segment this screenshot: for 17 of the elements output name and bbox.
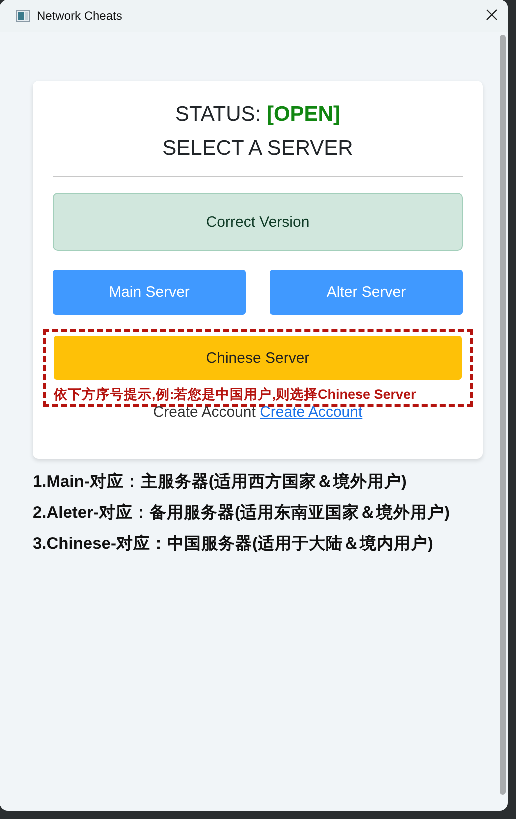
note-text: 3.Chinese-对应：中国服务器(适用于大陆＆境内用户) [33,534,434,555]
window-title: Network Cheats [37,9,124,23]
heading: SELECT A SERVER [162,136,354,162]
note-text: 2.Aleter-对应：备用服务器(适用东南亚国家＆境外用户) [33,502,452,524]
close-icon[interactable] [486,9,498,21]
server-button[interactable]: Alter Server [270,270,463,315]
note-text: 1.Main-对应：主服务器(适用西方国家＆境外用户) [33,472,408,493]
server-button[interactable]: Main Server [53,270,246,315]
hint-text: 依下方序号提示,例:若您是中国用户,则选择Chinese Server [54,386,418,403]
status-value: [OPEN] [266,103,340,126]
account-text: Create Account [153,404,256,421]
scrollbar[interactable] [500,35,506,795]
server-button[interactable]: Correct Version [53,193,463,251]
create-account-link[interactable]: Create Account [260,404,363,421]
app-icon [16,10,30,22]
status-label: STATUS: [176,103,262,126]
server-button[interactable]: Chinese Server [54,336,462,380]
